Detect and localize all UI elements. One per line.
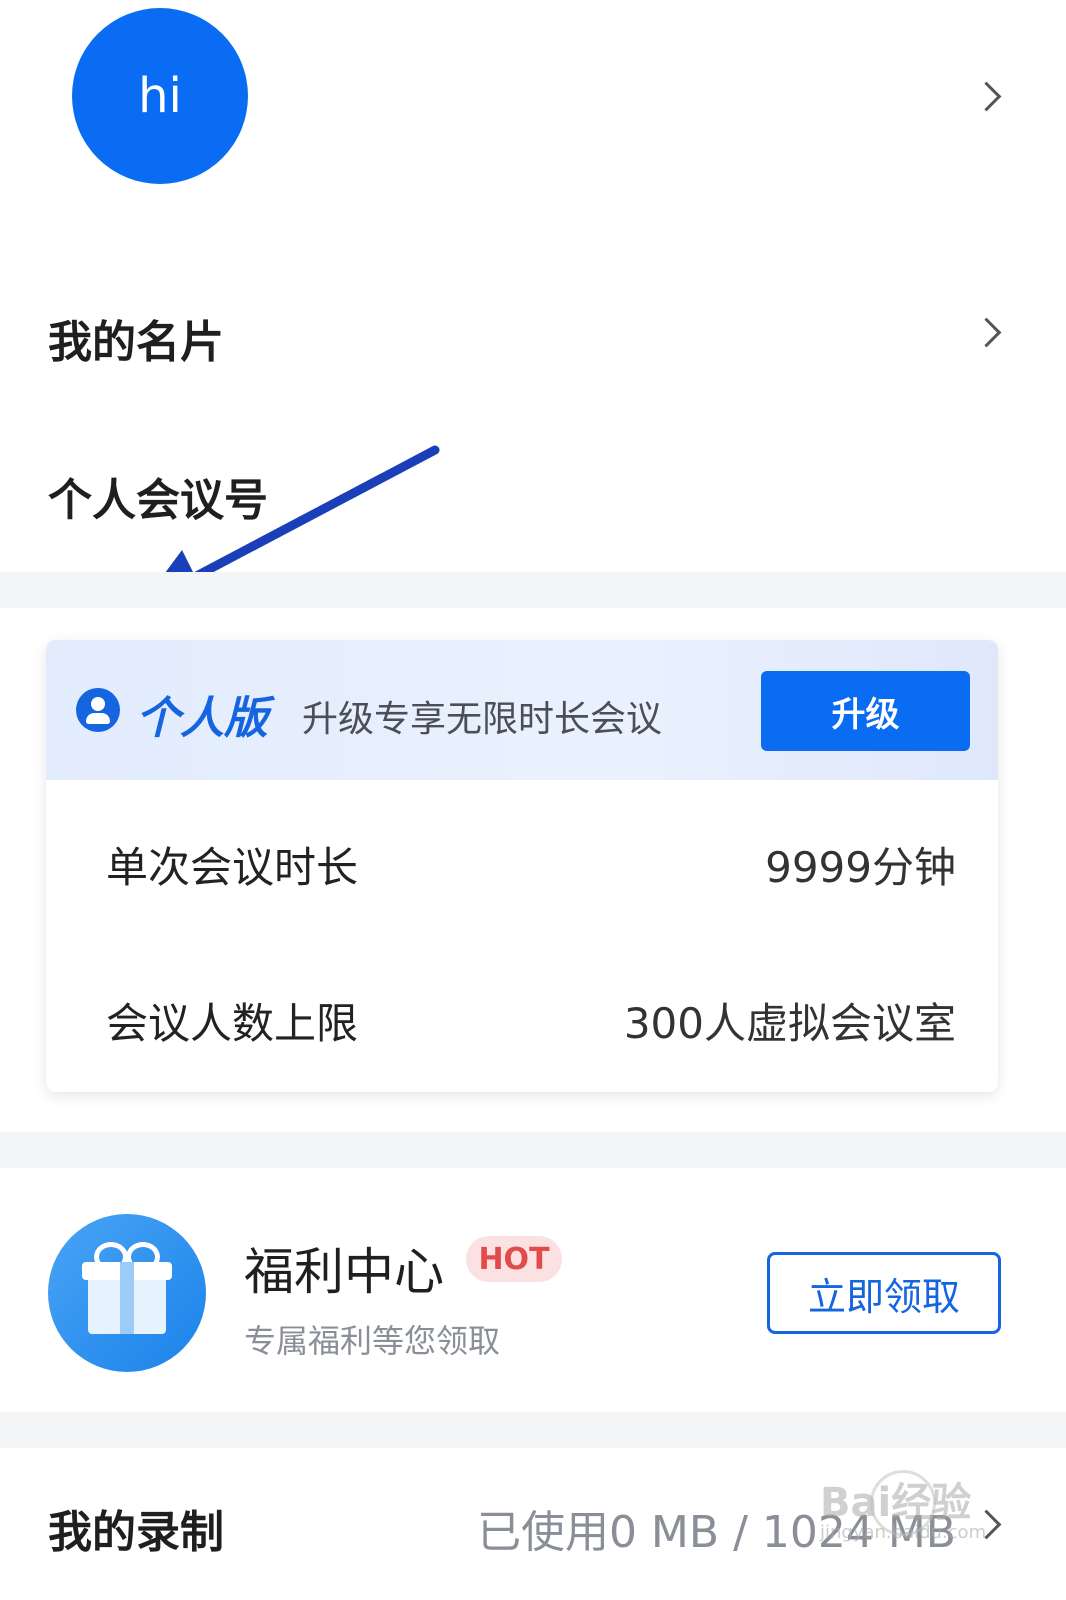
recording-label: 我的录制 [48,1507,224,1558]
plan-row-value: 300人虚拟会议室 [623,999,956,1048]
section-divider [0,572,1066,608]
plan-row-label: 单次会议时长 [106,843,359,892]
avatar[interactable]: hi [72,8,248,184]
welfare-center-row: 福利中心 HOT 专属福利等您领取 立即领取 [0,1170,1066,1410]
watermark-sub: jingyan.baidu.com [820,1522,987,1543]
section-divider [0,1412,1066,1448]
avatar-text: hi [138,68,182,124]
user-icon [76,688,120,732]
plan-promo: 升级专享无限时长会议 [302,699,663,740]
watermark-logo: Bai经验 jingyan.baidu.com [820,1470,1000,1550]
chevron-right-icon [971,81,1002,112]
plan-row-capacity: 会议人数上限 300人虚拟会议室 [46,966,998,1066]
hot-badge: HOT [466,1236,562,1282]
plan-row-label: 会议人数上限 [106,999,359,1048]
welfare-title: 福利中心 [244,1243,444,1301]
welfare-subtitle: 专属福利等您领取 [244,1322,501,1360]
plan-row-duration: 单次会议时长 9999分钟 [46,810,998,910]
business-card-label: 我的名片 [48,317,224,368]
plan-header: 个人版 升级专享无限时长会议 升级 [46,640,998,780]
profile-page: hi 我的名片 个人会议号 个人版 升级专享无限时长会议 升级 单次会议时长 9… [0,0,1066,1600]
gift-icon [48,1214,206,1372]
plan-name: 个人版 [136,693,268,744]
upgrade-button[interactable]: 升级 [761,671,970,751]
profile-row[interactable]: hi [0,0,1066,200]
plan-card: 个人版 升级专享无限时长会议 升级 单次会议时长 9999分钟 会议人数上限 3… [46,640,998,1092]
plan-row-value: 9999分钟 [765,843,956,892]
business-card-row[interactable]: 我的名片 [0,270,1066,390]
section-divider [0,1132,1066,1168]
chevron-right-icon [971,317,1002,348]
claim-button[interactable]: 立即领取 [767,1252,1001,1334]
